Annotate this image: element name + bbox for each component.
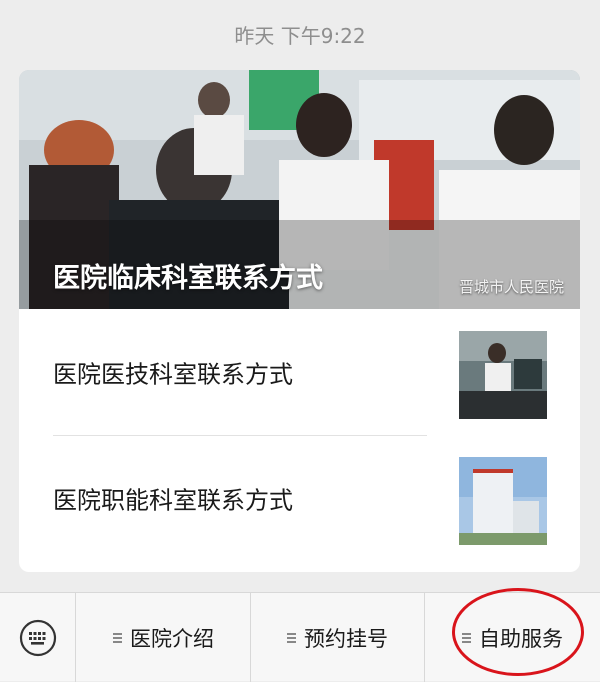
article-title: 医院医技科室联系方式: [53, 360, 293, 388]
article-item[interactable]: 医院职能科室联系方式: [19, 435, 580, 560]
article-item[interactable]: 医院医技科室联系方式: [19, 309, 580, 434]
article-thumbnail: [459, 331, 547, 419]
hero-article[interactable]: 医院临床科室联系方式 晋城市人民医院: [19, 70, 580, 309]
article-title: 医院职能科室联系方式: [53, 486, 293, 514]
timestamp: 昨天 下午9:22: [234, 24, 366, 48]
menu-list-icon: [287, 631, 296, 645]
article-card[interactable]: 医院临床科室联系方式 晋城市人民医院 医院医技科室联系方式 医院职能科室联系方式: [19, 70, 580, 572]
hero-watermark: 晋城市人民医院: [458, 278, 564, 296]
article-thumbnail: [459, 457, 547, 545]
highlight-circle-annotation: [452, 588, 584, 676]
menu-item-label: 预约挂号: [304, 626, 388, 651]
menu-item-label: 医院介绍: [130, 626, 214, 651]
keyboard-icon: [19, 619, 56, 656]
hero-title: 医院临床科室联系方式: [53, 263, 323, 294]
menu-item-hospital-intro[interactable]: 医院介绍: [77, 593, 250, 682]
keyboard-toggle-button[interactable]: [0, 593, 76, 682]
menu-list-icon: [113, 631, 122, 645]
menu-item-appointment[interactable]: 预约挂号: [251, 593, 424, 682]
